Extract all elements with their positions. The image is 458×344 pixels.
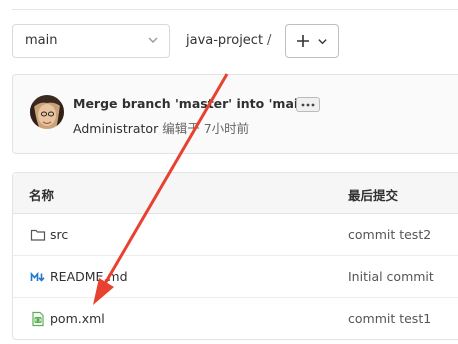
last-commit-message[interactable]: commit test1	[348, 311, 431, 326]
commit-time: 编辑于 7小时前	[162, 121, 250, 136]
file-table: 名称 最后提交 src commit test2 README.md Initi…	[12, 172, 458, 340]
branch-name: main	[25, 33, 58, 48]
last-commit-message[interactable]: Initial commit	[348, 269, 434, 284]
chevron-down-icon	[318, 39, 327, 45]
add-dropdown-button[interactable]	[285, 24, 339, 58]
ellipsis-icon	[301, 103, 315, 107]
top-divider	[12, 0, 458, 10]
commit-author[interactable]: Administrator	[73, 121, 158, 136]
commit-title[interactable]: Merge branch 'master' into 'main'	[73, 96, 311, 111]
last-commit-panel: Merge branch 'master' into 'main' Admini…	[12, 74, 458, 154]
file-name-link[interactable]: src	[50, 227, 68, 242]
commit-meta: Administrator 编辑于 7小时前	[73, 118, 249, 137]
plus-icon	[297, 35, 309, 47]
column-header-name: 名称	[29, 188, 55, 203]
file-name-link[interactable]: README.md	[50, 269, 128, 284]
table-row[interactable]: src commit test2	[13, 214, 458, 256]
folder-icon	[30, 229, 46, 241]
breadcrumb-project[interactable]: java-project	[186, 33, 263, 48]
column-header-last-commit: 最后提交	[348, 188, 399, 203]
chevron-down-icon	[148, 37, 158, 43]
last-commit-message[interactable]: commit test2	[348, 227, 431, 242]
table-row[interactable]: README.md Initial commit	[13, 256, 458, 298]
markdown-icon	[30, 271, 45, 282]
breadcrumb-separator: /	[267, 33, 272, 48]
toggle-commit-description-button[interactable]	[296, 97, 320, 112]
avatar[interactable]	[30, 95, 64, 129]
file-name-link[interactable]: pom.xml	[50, 311, 105, 326]
branch-selector[interactable]: main	[12, 24, 170, 58]
table-row[interactable]: pom.xml commit test1	[13, 298, 458, 340]
xml-file-icon	[32, 311, 44, 327]
table-header: 名称 最后提交	[13, 173, 458, 214]
